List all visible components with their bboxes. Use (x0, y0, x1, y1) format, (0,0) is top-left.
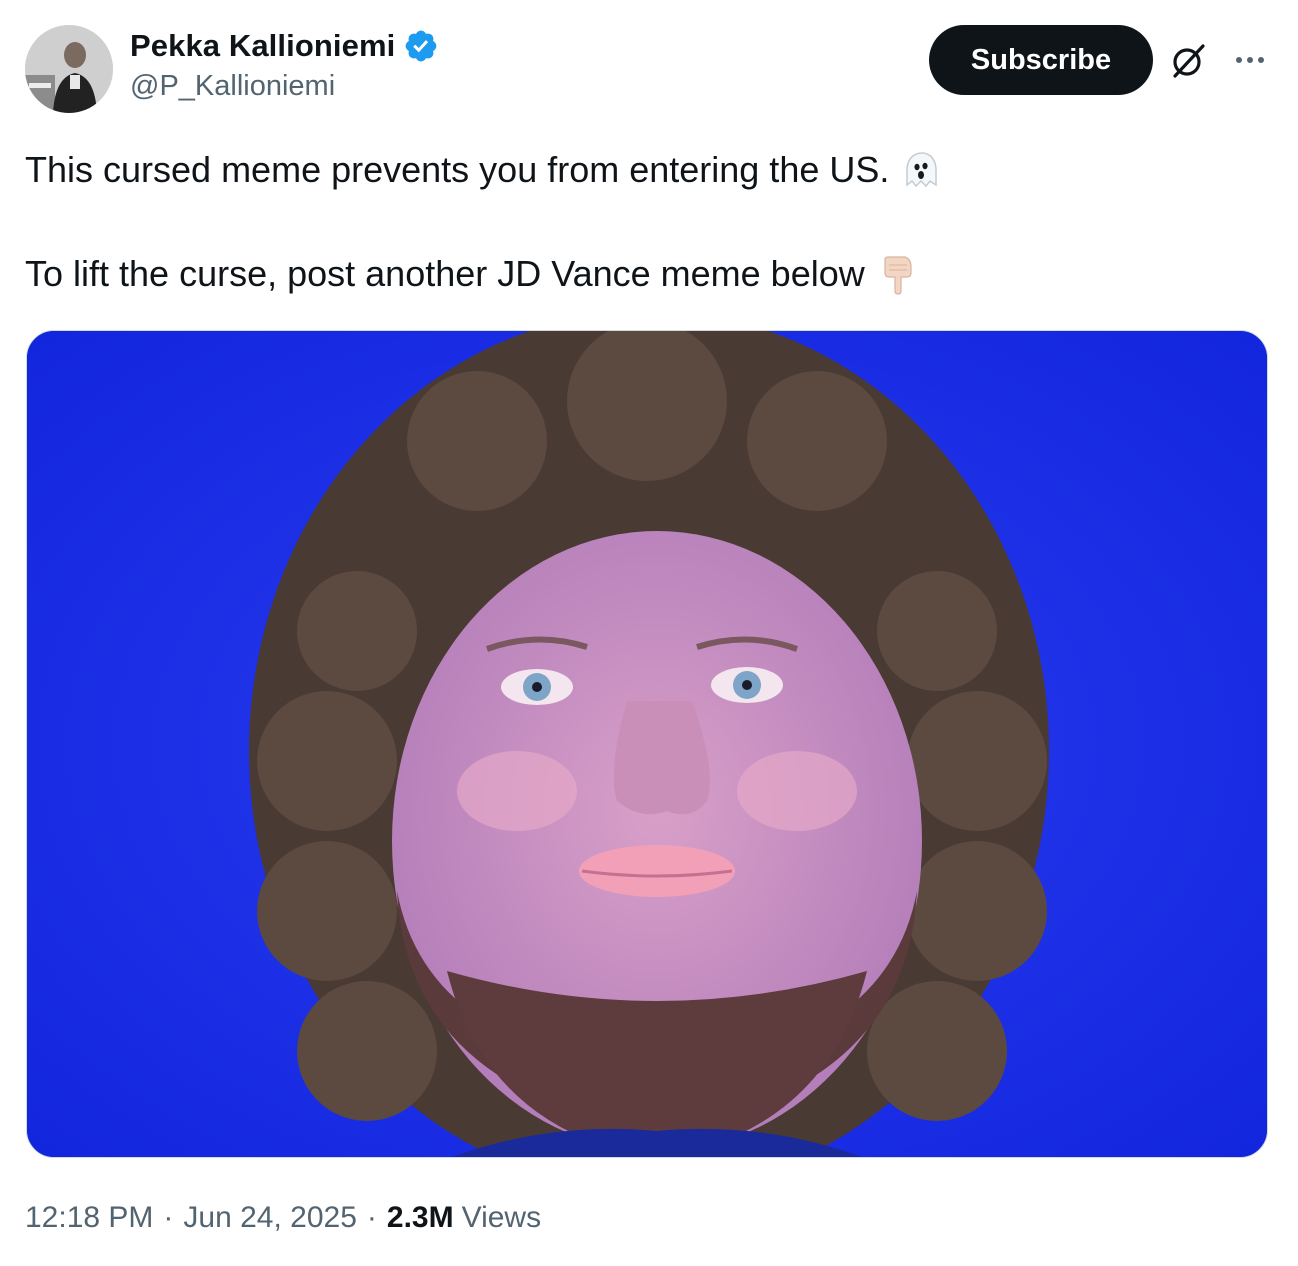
views-label[interactable]: Views (462, 1201, 541, 1235)
tweet-date[interactable]: Jun 24, 2025 (183, 1201, 356, 1235)
tweet-photo[interactable] (26, 330, 1268, 1158)
tweet-text-line-2: To lift the curse, post another JD Vance… (25, 253, 865, 294)
tweet-text-line-1: This cursed meme prevents you from enter… (25, 149, 890, 190)
views-count[interactable]: 2.3M (387, 1201, 454, 1235)
verified-badge-icon[interactable] (403, 28, 439, 64)
meta-separator: · (163, 1201, 174, 1234)
ghost-emoji-icon (901, 149, 943, 191)
tweet-line-2: To lift the curse, post another JD Vance… (25, 249, 1265, 299)
more-options-icon[interactable] (1228, 40, 1272, 80)
tweet-line-1: This cursed meme prevents you from enter… (25, 145, 1265, 195)
author-handle[interactable]: @P_Kallioniemi (130, 70, 439, 103)
avatar[interactable] (25, 25, 113, 113)
tweet-card: Pekka Kallioniemi @P_Kallioniemi Subscri… (0, 0, 1298, 1266)
subscribe-button[interactable]: Subscribe (929, 25, 1153, 95)
author-block: Pekka Kallioniemi @P_Kallioniemi (130, 26, 439, 103)
tweet-text: This cursed meme prevents you from enter… (25, 145, 1265, 299)
grok-icon[interactable] (1169, 40, 1209, 80)
pointing-down-emoji-icon (877, 253, 919, 295)
author-display-name[interactable]: Pekka Kallioniemi (130, 28, 395, 64)
tweet-time[interactable]: 12:18 PM (25, 1201, 153, 1235)
meta-separator: · (366, 1201, 377, 1234)
tweet-meta: 12:18 PM · Jun 24, 2025 · 2.3M Views (25, 1196, 541, 1240)
